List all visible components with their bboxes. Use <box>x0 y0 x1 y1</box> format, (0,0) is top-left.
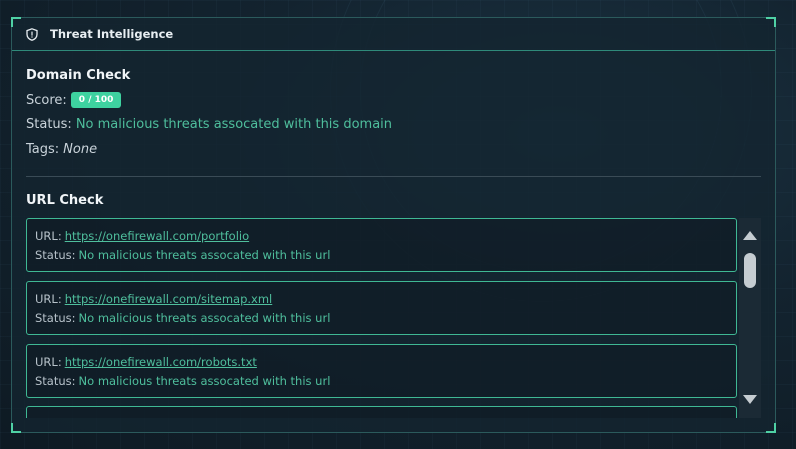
url-status-line: Status: No malicious threats assocated wi… <box>35 248 330 262</box>
url-status-value: No malicious threats assocated with this… <box>78 248 331 262</box>
domain-check-title: Domain Check <box>26 68 131 83</box>
scroll-up-arrow-icon[interactable] <box>743 231 757 240</box>
url-link[interactable]: https://onefirewall.com/robots.txt <box>65 355 257 369</box>
domain-status-row: Status: No malicious threats assocated w… <box>26 117 392 132</box>
url-label: URL: <box>35 229 62 243</box>
score-badge: 0 / 100 <box>70 92 122 108</box>
shield-icon <box>25 27 39 41</box>
url-status-line: Status: No malicious threats assocated wi… <box>35 374 330 388</box>
url-line: URL: https://onefirewall.com/robots.txt <box>35 355 257 369</box>
url-line: URL: https://onefirewall.com/portfolio <box>35 229 249 243</box>
score-label: Score: <box>26 92 67 108</box>
url-card: URL: https://onefirewall.com/sitemap.xml … <box>26 281 737 335</box>
panel-corner <box>11 423 21 433</box>
url-status-value: No malicious threats assocated with this… <box>78 311 331 325</box>
url-status-line: Status: No malicious threats assocated wi… <box>35 311 330 325</box>
scroll-down-arrow-icon[interactable] <box>743 395 757 404</box>
status-label: Status: <box>26 117 72 132</box>
threat-intelligence-panel: Threat Intelligence Domain Check Score: … <box>11 17 776 433</box>
url-card <box>26 406 737 418</box>
url-link[interactable]: https://onefirewall.com/portfolio <box>65 229 249 243</box>
domain-tags-row: Tags: None <box>26 142 97 157</box>
tags-label: Tags: <box>26 142 60 157</box>
url-label: URL: <box>35 292 62 306</box>
url-status-label: Status: <box>35 374 76 388</box>
url-link[interactable]: https://onefirewall.com/sitemap.xml <box>65 292 273 306</box>
section-divider <box>26 176 761 177</box>
panel-title: Threat Intelligence <box>50 27 174 41</box>
url-check-list[interactable]: URL: https://onefirewall.com/portfolio St… <box>26 218 761 418</box>
domain-status-value: No malicious threats assocated with this… <box>75 117 393 132</box>
url-card: URL: https://onefirewall.com/portfolio St… <box>26 218 737 272</box>
panel-header: Threat Intelligence <box>12 18 775 51</box>
scroll-thumb[interactable] <box>744 253 756 288</box>
domain-score-row: Score: 0 / 100 <box>26 92 122 108</box>
url-status-label: Status: <box>35 311 76 325</box>
url-status-label: Status: <box>35 248 76 262</box>
url-card: URL: https://onefirewall.com/robots.txt S… <box>26 344 737 398</box>
url-status-value: No malicious threats assocated with this… <box>78 374 331 388</box>
tags-value: None <box>63 142 98 157</box>
url-label: URL: <box>35 355 62 369</box>
url-line: URL: https://onefirewall.com/sitemap.xml <box>35 292 272 306</box>
url-list-scrollbar[interactable] <box>739 218 761 418</box>
panel-corner <box>766 423 776 433</box>
url-check-title: URL Check <box>26 193 104 208</box>
